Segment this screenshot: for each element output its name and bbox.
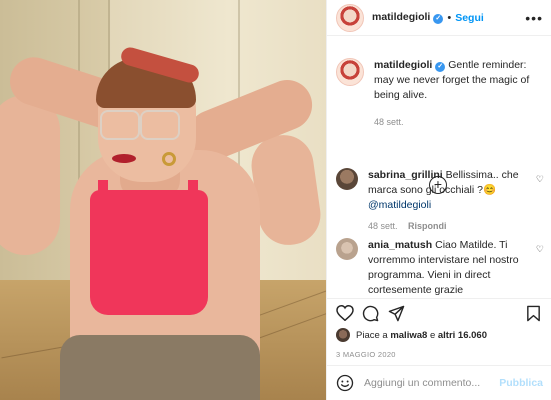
comment-username[interactable]: sabrina_grillini	[368, 169, 443, 181]
follow-button[interactable]: Segui	[455, 12, 484, 24]
add-comment-bar: Pubblica	[327, 365, 551, 400]
comment-mention[interactable]: @matildegioli	[368, 199, 431, 211]
caption: matildegioli ✓ Gentle reminder: may we ne…	[336, 58, 534, 130]
comment: sabrina_grillini Bellissima.. che marca …	[336, 168, 528, 234]
heart-icon[interactable]: ♡	[536, 244, 544, 255]
photo-lips	[112, 154, 136, 163]
header-separator: •	[447, 11, 452, 24]
more-options-icon[interactable]: •••	[525, 10, 543, 26]
photo-earring	[162, 152, 176, 166]
bookmark-icon[interactable]	[526, 305, 541, 322]
caption-time[interactable]: 48 sett.	[374, 115, 534, 130]
author-avatar[interactable]	[336, 3, 364, 32]
comment-meta: 48 sett. Rispondi	[368, 219, 528, 234]
comment-emoji: 😊	[482, 184, 497, 196]
share-icon[interactable]	[388, 305, 405, 322]
likes-count[interactable]: altri 16.060	[438, 330, 487, 341]
likes-summary: Piace a maliwa8 e altri 16.060	[336, 328, 487, 342]
comment-icon[interactable]	[362, 305, 379, 322]
photo-arm	[0, 95, 60, 255]
photo-glasses	[140, 110, 180, 140]
comments-section: matildegioli ✓ Gentle reminder: may we ne…	[327, 48, 551, 298]
verified-badge-icon: ✓	[435, 62, 446, 72]
post-side-panel: matildegioli ✓ • Segui ••• matildegioli ✓ …	[326, 0, 551, 400]
likes-prefix: Piace a	[356, 329, 388, 341]
caption-avatar[interactable]	[336, 58, 364, 86]
comment-username[interactable]: ania_matush	[368, 239, 432, 251]
post-header: matildegioli ✓ • Segui •••	[327, 0, 551, 36]
action-bar	[327, 298, 551, 326]
instagram-post: matildegioli ✓ • Segui ••• matildegioli ✓ …	[0, 0, 551, 400]
heart-icon[interactable]	[336, 305, 354, 321]
likes-middle: e	[429, 329, 436, 341]
reply-button[interactable]: Rispondi	[408, 221, 447, 231]
photo-glasses	[100, 110, 140, 140]
post-photo[interactable]	[0, 0, 326, 400]
comment-input[interactable]	[364, 377, 494, 389]
comment-avatar[interactable]	[336, 168, 358, 190]
photo-pink-top	[90, 190, 208, 315]
comment-body: ania_matush Ciao Matilde. Ti vorremmo in…	[368, 238, 528, 298]
heart-icon[interactable]: ♡	[536, 174, 544, 185]
author-username[interactable]: matildegioli ✓	[372, 11, 444, 24]
comment-body: sabrina_grillini Bellissima.. che marca …	[368, 168, 528, 234]
comment: ania_matush Ciao Matilde. Ti vorremmo in…	[336, 238, 528, 298]
post-date[interactable]: 3 MAGGIO 2020	[336, 350, 396, 359]
caption-body: matildegioli ✓ Gentle reminder: may we ne…	[374, 58, 534, 130]
liker-avatar[interactable]	[336, 328, 350, 342]
publish-button[interactable]: Pubblica	[499, 377, 543, 389]
photo-shorts	[60, 335, 260, 400]
liker-username[interactable]: maliwa8	[390, 330, 427, 341]
caption-username[interactable]: matildegioli ✓	[374, 59, 446, 72]
verified-badge-icon: ✓	[433, 14, 444, 24]
emoji-icon[interactable]	[336, 374, 354, 392]
comment-time[interactable]: 48 sett.	[368, 221, 398, 231]
comment-avatar[interactable]	[336, 238, 358, 260]
